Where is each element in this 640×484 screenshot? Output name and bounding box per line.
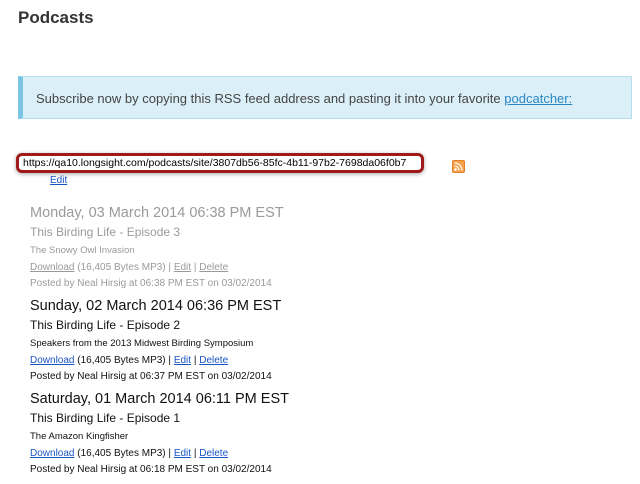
edit-link[interactable]: Edit [174, 355, 191, 366]
info-message-box: Subscribe now by copying this RSS feed a… [18, 76, 632, 119]
download-link[interactable]: Download [30, 262, 74, 273]
file-size: (16,405 Bytes MP3) [77, 262, 166, 273]
info-message-text: Subscribe now by copying this RSS feed a… [36, 91, 501, 106]
posted-by: Posted by Neal Hirsig at 06:37 PM EST on… [30, 371, 272, 382]
episode-description: The Snowy Owl Invasion [30, 245, 135, 256]
posted-by: Posted by Neal Hirsig at 06:38 PM EST on… [30, 278, 272, 289]
file-size: (16,405 Bytes MP3) [77, 355, 166, 366]
separator: | [193, 355, 197, 366]
episode-title: This Birding Life - Episode 2 [30, 318, 181, 332]
separator: | [168, 262, 172, 273]
episode-item: Saturday, 01 March 2014 06:11 PM EST Thi… [30, 391, 289, 475]
download-link[interactable]: Download [30, 355, 74, 366]
separator: | [193, 262, 197, 273]
feed-url-highlight: https://qa10.longsight.com/podcasts/site… [16, 153, 426, 175]
episode-title: This Birding Life - Episode 3 [30, 225, 181, 239]
edit-link[interactable]: Edit [174, 262, 191, 273]
episode-date: Monday, 03 March 2014 06:38 PM EST [30, 205, 284, 221]
rss-icon[interactable] [452, 160, 465, 173]
posted-by: Posted by Neal Hirsig at 06:18 PM EST on… [30, 464, 272, 475]
episode-date: Saturday, 01 March 2014 06:11 PM EST [30, 391, 289, 407]
episode-description: The Amazon Kingfisher [30, 431, 129, 442]
edit-link[interactable]: Edit [174, 448, 191, 459]
episode-actions: Download (16,405 Bytes MP3) | Edit | Del… [30, 355, 281, 366]
episode-item-hidden: Monday, 03 March 2014 06:38 PM EST This … [30, 205, 284, 289]
feed-url-field[interactable]: https://qa10.longsight.com/podcasts/site… [16, 153, 424, 173]
podcatcher-link[interactable]: podcatcher: [504, 91, 572, 106]
delete-link[interactable]: Delete [199, 448, 228, 459]
episode-actions: Download (16,405 Bytes MP3) | Edit | Del… [30, 448, 289, 459]
episode-title: This Birding Life - Episode 1 [30, 411, 181, 425]
download-link[interactable]: Download [30, 448, 74, 459]
separator: | [168, 448, 172, 459]
delete-link[interactable]: Delete [199, 262, 228, 273]
episode-description: Speakers from the 2013 Midwest Birding S… [30, 338, 254, 349]
separator: | [193, 448, 197, 459]
page-title: Podcasts [18, 8, 94, 27]
file-size: (16,405 Bytes MP3) [77, 448, 166, 459]
episode-item: Sunday, 02 March 2014 06:36 PM EST This … [30, 298, 281, 382]
separator: | [168, 355, 172, 366]
feed-edit-link[interactable]: Edit [50, 175, 67, 186]
episode-actions: Download (16,405 Bytes MP3) | Edit | Del… [30, 262, 284, 273]
episode-date: Sunday, 02 March 2014 06:36 PM EST [30, 298, 282, 314]
delete-link[interactable]: Delete [199, 355, 228, 366]
